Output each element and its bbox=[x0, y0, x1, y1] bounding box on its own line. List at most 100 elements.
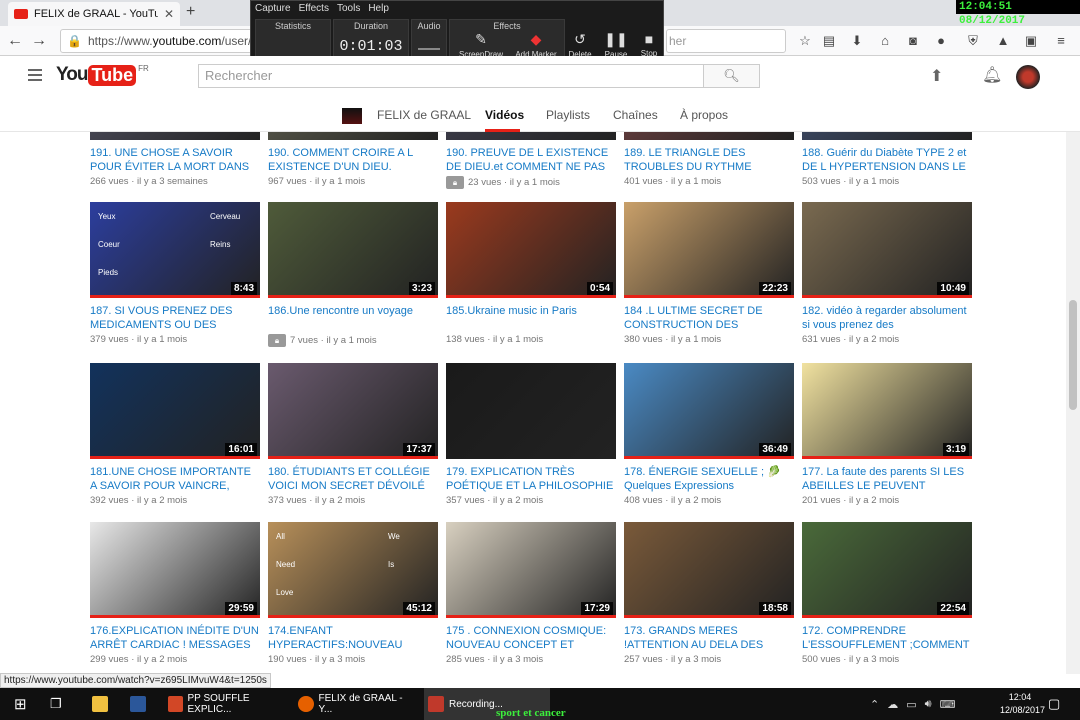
video-title[interactable]: 191. UNE CHOSE A SAVOIR POUR ÉVITER LA M… bbox=[90, 146, 260, 174]
upload-icon[interactable]: ⬆ bbox=[930, 66, 943, 86]
tab-a-propos[interactable]: À propos bbox=[680, 108, 728, 122]
recorder-menu-item[interactable]: Capture bbox=[255, 3, 291, 14]
video-title[interactable]: 173. GRANDS MERES !ATTENTION AU DELA DES bbox=[624, 624, 794, 652]
video-card[interactable]: 18:58 173. GRANDS MERES !ATTENTION AU DEL… bbox=[624, 522, 794, 665]
task-view-icon[interactable]: ❐ bbox=[50, 688, 62, 720]
video-card[interactable]: 16:01 181.UNE CHOSE IMPORTANTE A SAVOIR P… bbox=[90, 363, 260, 506]
video-card[interactable]: 190. COMMENT CROIRE A L EXISTENCE D'UN D… bbox=[268, 132, 438, 187]
video-card[interactable]: 179. EXPLICATION TRÈS POÉTIQUE ET LA PHI… bbox=[446, 363, 616, 506]
menu-icon[interactable]: ≡ bbox=[1052, 32, 1070, 50]
search-button[interactable]: 🔍︎ bbox=[703, 64, 760, 88]
video-card[interactable]: 22:23 184 .L ULTIME SECRET DE CONSTRUCTIO… bbox=[624, 202, 794, 345]
recorder-menu-item[interactable]: Effects bbox=[299, 3, 329, 14]
reading-list-icon[interactable]: ▤ bbox=[820, 32, 838, 50]
video-card[interactable]: 29:59 176.EXPLICATION INÉDITE D'UN ARRÊT … bbox=[90, 522, 260, 665]
video-title[interactable]: 186.Une rencontre un voyage bbox=[268, 304, 438, 332]
video-thumbnail[interactable] bbox=[802, 132, 972, 140]
video-thumbnail[interactable]: 17:29 bbox=[446, 522, 616, 618]
video-card[interactable]: 190. PREUVE DE L EXISTENCE DE DIEU.et CO… bbox=[446, 132, 616, 189]
channel-avatar[interactable] bbox=[342, 108, 362, 124]
word-icon[interactable] bbox=[130, 688, 146, 720]
video-card[interactable]: Yeux Cerveau Coeur Reins Pieds 8:43 187. SI VO… bbox=[90, 202, 260, 345]
video-thumbnail[interactable]: 29:59 bbox=[90, 522, 260, 618]
add-marker-button[interactable]: ◆ Add Marker bbox=[509, 31, 563, 59]
pause-button[interactable]: ❚❚ Pause bbox=[601, 31, 631, 59]
bookmark-star-icon[interactable]: ☆ bbox=[796, 32, 814, 50]
video-title[interactable]: 190. COMMENT CROIRE A L EXISTENCE D'UN D… bbox=[268, 146, 438, 174]
extension-arrow-icon[interactable]: ▲ bbox=[994, 32, 1012, 50]
video-card[interactable]: 3:23 186.Une rencontre un voyage 🔒︎ 7 vues … bbox=[268, 202, 438, 347]
extension-box-icon[interactable]: ▣ bbox=[1022, 32, 1040, 50]
video-title[interactable]: 172. COMPRENDRE L'ESSOUFFLEMENT ;COMMENT… bbox=[802, 624, 972, 652]
taskbar-item-powerpoint[interactable]: PP SOUFFLE EXPLIC... bbox=[168, 688, 286, 720]
extension-colors-icon[interactable]: ● bbox=[932, 32, 950, 50]
video-card[interactable]: All We Need Is Love 45:12 174.ENFANT HYPERACTI… bbox=[268, 522, 438, 665]
video-title[interactable]: 188. Guérir du Diabète TYPE 2 et DE L HY… bbox=[802, 146, 972, 174]
taskbar-item-firefox[interactable]: FELIX de GRAAL - Y... bbox=[298, 688, 416, 720]
video-card[interactable]: 17:29 175 . CONNEXION COSMIQUE: NOUVEAU C… bbox=[446, 522, 616, 665]
video-title[interactable]: 175 . CONNEXION COSMIQUE: NOUVEAU CONCEP… bbox=[446, 624, 616, 652]
volume-icon[interactable]: 🔊︎ bbox=[925, 698, 932, 711]
browser-tab[interactable]: FELIX de GRAAL - YouTube ✕ bbox=[8, 2, 180, 26]
video-thumbnail[interactable]: All We Need Is Love 45:12 bbox=[268, 522, 438, 618]
keyboard-icon[interactable]: ⌨ bbox=[940, 698, 956, 711]
video-thumbnail[interactable] bbox=[624, 132, 794, 140]
notification-bell-icon[interactable]: 🔔︎ bbox=[982, 65, 1002, 85]
video-thumbnail[interactable] bbox=[446, 132, 616, 140]
video-thumbnail[interactable] bbox=[268, 132, 438, 140]
video-thumbnail[interactable]: Yeux Cerveau Coeur Reins Pieds 8:43 bbox=[90, 202, 260, 298]
video-thumbnail[interactable] bbox=[446, 363, 616, 459]
video-card[interactable]: 189. LE TRIANGLE DES TROUBLES DU RYTHME 4… bbox=[624, 132, 794, 187]
screendraw-button[interactable]: ✎ ScreenDraw bbox=[455, 31, 507, 59]
youtube-search-input[interactable]: Rechercher bbox=[198, 64, 704, 88]
video-thumbnail[interactable]: 3:19 bbox=[802, 363, 972, 459]
pocket-icon[interactable]: ◙ bbox=[904, 32, 922, 50]
back-arrow-icon[interactable]: ← bbox=[4, 30, 26, 52]
video-thumbnail[interactable] bbox=[90, 132, 260, 140]
scrollbar-thumb[interactable] bbox=[1069, 300, 1077, 410]
address-bar[interactable]: 🔒 https://www.youtube.com/user/a bbox=[60, 29, 256, 53]
video-thumbnail[interactable]: 22:23 bbox=[624, 202, 794, 298]
video-title[interactable]: 174.ENFANT HYPERACTIFS:NOUVEAU bbox=[268, 624, 438, 652]
video-title[interactable]: 180. ÉTUDIANTS ET COLLÉGIE VOICI MON SEC… bbox=[268, 465, 438, 493]
extension-shield-icon[interactable]: ⛨ bbox=[964, 32, 982, 50]
network-icon[interactable]: ▭ bbox=[906, 698, 916, 711]
video-card[interactable]: 191. UNE CHOSE A SAVOIR POUR ÉVITER LA M… bbox=[90, 132, 260, 187]
video-card[interactable]: 0:54 185.Ukraine music in Paris 138 vues ·… bbox=[446, 202, 616, 345]
avatar[interactable] bbox=[1016, 65, 1040, 89]
chevron-up-icon[interactable]: ⌃ bbox=[870, 698, 879, 711]
browser-search-input[interactable]: her bbox=[666, 29, 786, 53]
video-title[interactable]: 184 .L ULTIME SECRET DE CONSTRUCTION DES bbox=[624, 304, 794, 332]
video-title[interactable]: 187. SI VOUS PRENEZ DES MEDICAMENTS OU D… bbox=[90, 304, 260, 332]
recorder-menu-item[interactable]: Tools bbox=[337, 3, 360, 14]
video-card[interactable]: 17:37 180. ÉTUDIANTS ET COLLÉGIE VOICI MO… bbox=[268, 363, 438, 506]
video-card[interactable]: 188. Guérir du Diabète TYPE 2 et DE L HY… bbox=[802, 132, 972, 187]
video-title[interactable]: 189. LE TRIANGLE DES TROUBLES DU RYTHME bbox=[624, 146, 794, 174]
new-tab-button[interactable]: + bbox=[186, 3, 195, 21]
cloud-icon[interactable]: ☁ bbox=[887, 698, 898, 711]
video-card[interactable]: 36:49 178. ÉNERGIE SEXUELLE ; 🥬 Quelques … bbox=[624, 363, 794, 506]
video-title[interactable]: 190. PREUVE DE L EXISTENCE DE DIEU.et CO… bbox=[446, 146, 616, 174]
video-thumbnail[interactable]: 17:37 bbox=[268, 363, 438, 459]
audio-slider[interactable] bbox=[418, 48, 440, 50]
video-card[interactable]: 22:54 172. COMPRENDRE L'ESSOUFFLEMENT ;CO… bbox=[802, 522, 972, 665]
forward-arrow-icon[interactable]: → bbox=[28, 30, 50, 52]
windows-start-icon[interactable]: ⊞ bbox=[14, 688, 27, 720]
video-thumbnail[interactable]: 22:54 bbox=[802, 522, 972, 618]
file-explorer-icon[interactable] bbox=[92, 688, 108, 720]
youtube-logo[interactable]: You Tube FR bbox=[56, 64, 149, 86]
tab-chaines[interactable]: Chaînes bbox=[613, 108, 658, 122]
video-card[interactable]: 3:19 177. La faute des parents SI LES ABE… bbox=[802, 363, 972, 506]
video-thumbnail[interactable]: 0:54 bbox=[446, 202, 616, 298]
video-title[interactable]: 178. ÉNERGIE SEXUELLE ; 🥬 Quelques Expre… bbox=[624, 465, 794, 493]
channel-name[interactable]: FELIX de GRAAL bbox=[377, 108, 471, 122]
stop-button[interactable]: ■ Stop bbox=[637, 31, 661, 58]
tab-videos[interactable]: Vidéos bbox=[485, 108, 524, 122]
video-title[interactable]: 176.EXPLICATION INÉDITE D'UN ARRÊT CARDI… bbox=[90, 624, 260, 652]
video-title[interactable]: 182. vidéo à regarder absolument si vous… bbox=[802, 304, 972, 332]
video-title[interactable]: 179. EXPLICATION TRÈS POÉTIQUE ET LA PHI… bbox=[446, 465, 616, 493]
delete-button[interactable]: ↺ Delete bbox=[567, 31, 593, 59]
video-title[interactable]: 181.UNE CHOSE IMPORTANTE A SAVOIR POUR V… bbox=[90, 465, 260, 493]
video-thumbnail[interactable]: 10:49 bbox=[802, 202, 972, 298]
download-icon[interactable]: ⬇ bbox=[848, 32, 866, 50]
